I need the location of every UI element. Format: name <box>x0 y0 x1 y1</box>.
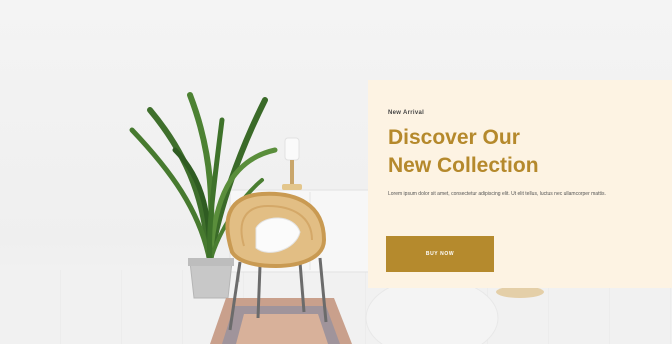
hero-banner: New Arrival Discover Our New Collection … <box>0 0 672 344</box>
table-lamp <box>282 137 302 190</box>
promo-card: New Arrival Discover Our New Collection … <box>368 80 672 288</box>
headline-line-2: New Collection <box>388 154 539 177</box>
headline: Discover Our New Collection <box>388 124 658 180</box>
plant-pot <box>188 258 234 299</box>
headline-line-1: Discover Our <box>388 126 520 149</box>
description-text: Lorem ipsum dolor sit amet, consectetur … <box>388 191 606 197</box>
eyebrow-label: New Arrival <box>388 110 425 116</box>
buy-now-button[interactable]: BUY NOW <box>386 236 494 272</box>
